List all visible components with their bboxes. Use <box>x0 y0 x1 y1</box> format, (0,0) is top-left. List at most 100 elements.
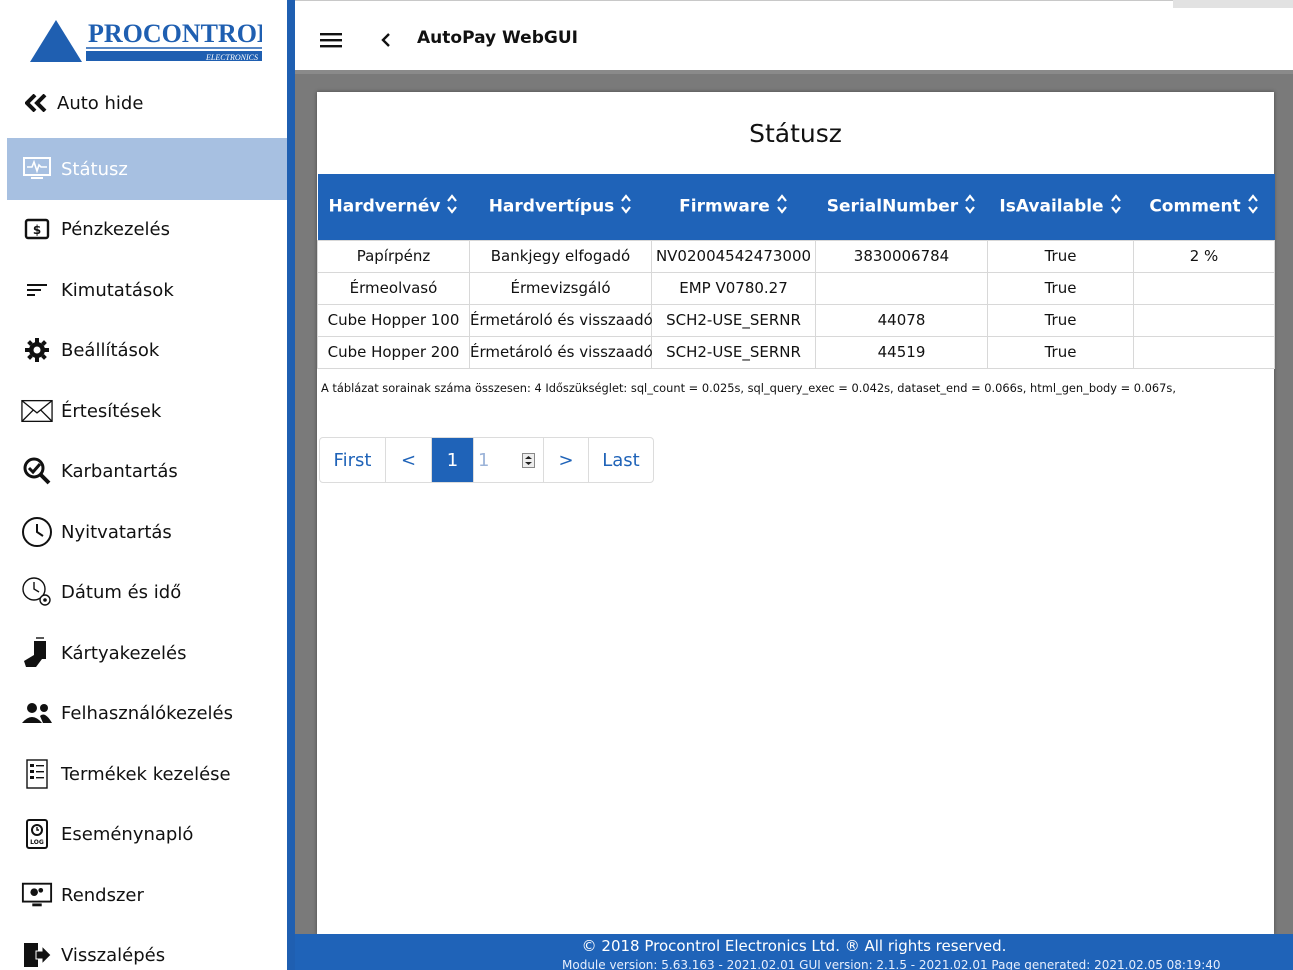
sidebar: PROCONTROL ELECTRONICS Auto hide Státusz… <box>0 0 287 970</box>
page-number-value: 1 <box>478 449 490 471</box>
table-cell <box>1133 271 1275 305</box>
sidebar-item-beallitasok[interactable]: Beállítások <box>7 321 287 379</box>
table-cell: Érmetároló és visszaadó <box>469 335 653 369</box>
sidebar-item-penzkezeles[interactable]: $ Pénzkezelés <box>7 200 287 258</box>
sidebar-item-label: Beállítások <box>61 339 160 361</box>
column-header-firmware[interactable]: Firmware <box>651 174 816 240</box>
back-button[interactable] <box>378 28 394 52</box>
users-icon <box>21 697 53 729</box>
column-header-isavailable[interactable]: IsAvailable <box>987 174 1134 240</box>
first-page-button[interactable]: First <box>320 438 386 482</box>
column-header-hardvernev[interactable]: Hardvernév <box>317 174 470 240</box>
table-cell: True <box>987 335 1134 369</box>
sidebar-item-kartyakezeles[interactable]: Kártyakezelés <box>7 624 287 682</box>
logout-icon <box>21 939 53 970</box>
column-header-hardvertipus[interactable]: Hardvertípus <box>469 174 652 240</box>
product-list-icon <box>21 758 53 790</box>
sidebar-item-label: Rendszer <box>61 884 144 906</box>
sort-icon <box>620 193 632 220</box>
sort-icon <box>776 193 788 220</box>
table-cell: EMP V0780.27 <box>651 271 816 305</box>
sidebar-item-rendszer[interactable]: Rendszer <box>7 866 287 924</box>
app-title: AutoPay WebGUI <box>417 28 578 48</box>
footer-copyright: © 2018 Procontrol Electronics Ltd. ® All… <box>581 937 1007 955</box>
table-cell: 44519 <box>815 335 988 369</box>
spinner-icon[interactable] <box>522 452 535 468</box>
sidebar-item-felhasznalokezeles[interactable]: Felhasználókezelés <box>7 684 287 742</box>
table-cell: NV02004542473000 <box>651 239 816 273</box>
sort-icon <box>1247 193 1259 220</box>
table-cell: Érmevizsgáló <box>469 271 652 305</box>
table-cell: Bankjegy elfogadó <box>469 239 652 273</box>
column-header-label: SerialNumber <box>826 196 959 217</box>
clock-gear-icon <box>21 576 53 608</box>
double-chevron-left-icon <box>25 94 57 112</box>
sidebar-item-label: Pénzkezelés <box>61 218 170 240</box>
sidebar-item-label: Nyitvatartás <box>61 521 172 543</box>
autohide-toggle[interactable]: Auto hide <box>25 86 143 120</box>
svg-text:LOG: LOG <box>30 839 44 846</box>
table-cell <box>1133 335 1275 369</box>
hamburger-icon <box>320 33 342 48</box>
sidebar-item-karbantartas[interactable]: Karbantartás <box>7 442 287 500</box>
sidebar-item-datum-es-ido[interactable]: Dátum és idő <box>7 563 287 621</box>
table-cell: True <box>987 271 1134 305</box>
table-cell: Papírpénz <box>317 239 470 273</box>
logo-subtext: ELECTRONICS <box>205 53 258 62</box>
sort-icon <box>964 193 976 220</box>
maintenance-icon <box>21 455 53 487</box>
sidebar-item-kimutatasok[interactable]: Kimutatások <box>7 261 287 319</box>
sidebar-item-statusz[interactable]: Státusz <box>7 138 287 200</box>
table-cell <box>1133 303 1275 337</box>
column-header-label: Firmware <box>679 196 770 217</box>
autohide-label: Auto hide <box>57 92 144 114</box>
svg-text:$: $ <box>33 223 41 237</box>
sidebar-item-label: Eseménynapló <box>61 823 194 845</box>
column-header-serialnumber[interactable]: SerialNumber <box>815 174 988 240</box>
column-header-label: Comment <box>1149 196 1241 217</box>
table-cell: SCH2-USE_SERNR <box>651 335 816 369</box>
table-cell <box>815 271 988 305</box>
sidebar-item-visszalepes[interactable]: Visszalépés <box>7 926 287 970</box>
table-row: Cube Hopper 100 Érmetároló és visszaadó … <box>317 303 1275 337</box>
sidebar-item-label: Kimutatások <box>61 279 174 301</box>
gear-icon <box>21 334 53 366</box>
sidebar-item-label: Visszalépés <box>61 944 166 966</box>
status-card: Státusz Hardvernév Hardvertípus Firmware… <box>317 92 1275 934</box>
column-header-comment[interactable]: Comment <box>1133 174 1275 240</box>
column-header-label: Hardvernév <box>328 196 441 217</box>
sidebar-item-label: Státusz <box>61 158 128 180</box>
sidebar-item-label: Karbantartás <box>61 460 178 482</box>
sort-icon <box>1110 193 1122 220</box>
log-icon: LOG <box>21 818 53 850</box>
table-cell: True <box>987 303 1134 337</box>
table-row: Érmeolvasó Érmevizsgáló EMP V0780.27 Tru… <box>317 271 1275 305</box>
logo-text: PROCONTROL <box>88 19 262 48</box>
sidebar-item-ertesitesek[interactable]: Értesítések <box>7 382 287 440</box>
footer: © 2018 Procontrol Electronics Ltd. ® All… <box>295 934 1293 970</box>
table-cell: 44078 <box>815 303 988 337</box>
sidebar-item-nyitvatartas[interactable]: Nyitvatartás <box>7 503 287 561</box>
table-cell: Cube Hopper 200 <box>317 335 470 369</box>
sidebar-item-label: Felhasználókezelés <box>61 702 233 724</box>
window-corner <box>1173 0 1293 8</box>
card-icon <box>21 637 53 669</box>
sidebar-item-esemenynaplo[interactable]: LOG Eseménynapló <box>7 805 287 863</box>
table-summary: A táblázat sorainak száma összesen: 4 Id… <box>321 381 1176 395</box>
table-header-row: Hardvernév Hardvertípus Firmware SerialN… <box>317 174 1275 240</box>
previous-page-button[interactable]: < <box>386 438 432 482</box>
sidebar-item-termekek-kezelese[interactable]: Termékek kezelése <box>7 745 287 803</box>
column-header-label: IsAvailable <box>999 196 1104 217</box>
current-page-button[interactable]: 1 <box>432 438 474 482</box>
last-page-button[interactable]: Last <box>589 438 653 482</box>
table-cell: Érmeolvasó <box>317 271 470 305</box>
sidebar-item-label: Termékek kezelése <box>61 763 231 785</box>
footer-version: Module version: 5.63.163 - 2021.02.01 GU… <box>562 958 1221 970</box>
money-icon: $ <box>21 213 53 245</box>
next-page-button[interactable]: > <box>544 438 589 482</box>
table-cell: 2 % <box>1133 239 1275 273</box>
sidebar-item-label: Kártyakezelés <box>61 642 187 664</box>
table-cell: SCH2-USE_SERNR <box>651 303 816 337</box>
page-number-input[interactable]: 1 <box>474 438 544 482</box>
hamburger-menu-button[interactable] <box>318 28 344 52</box>
